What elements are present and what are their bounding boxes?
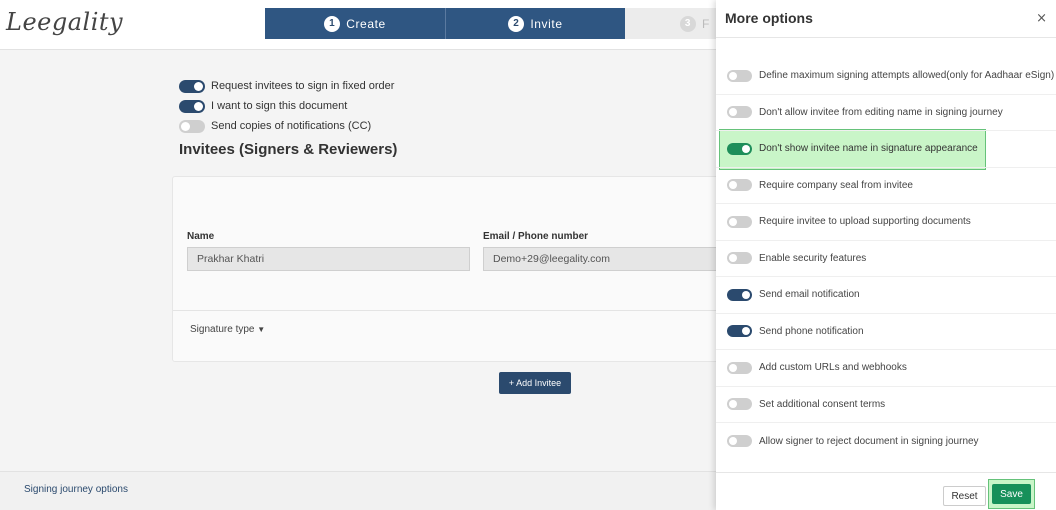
option-toggle[interactable]: [727, 69, 752, 82]
option-supporting-documents: Require invitee to upload supporting doc…: [716, 204, 1056, 241]
toggle-row-cc-notifications: Send copies of notifications (CC): [179, 116, 394, 136]
option-toggle[interactable]: [727, 106, 752, 119]
step-number: 2: [508, 15, 525, 32]
step-create[interactable]: 1 Create: [265, 8, 445, 39]
option-company-seal: Require company seal from invitee: [716, 168, 1056, 204]
toggle-label: Request invitees to sign in fixed order: [211, 80, 395, 92]
options-list: Define maximum signing attempts allowed(…: [716, 58, 1056, 460]
toggle-row-sign-document: I want to sign this document: [179, 96, 394, 116]
stepper: 1 Create 2 Invite 3 F: [265, 8, 725, 39]
option-toggle[interactable]: [727, 435, 752, 448]
step-finish[interactable]: 3 F: [625, 8, 725, 39]
option-label: Enable security features: [759, 252, 867, 264]
option-security-features: Enable security features: [716, 241, 1056, 277]
option-toggle[interactable]: [727, 361, 752, 374]
email-label: Email / Phone number: [483, 231, 589, 242]
option-toggle[interactable]: [727, 215, 752, 228]
step-label: F: [702, 16, 710, 31]
drawer-title: More options: [725, 10, 813, 26]
option-toggle[interactable]: [727, 179, 752, 192]
step-number: 3: [680, 15, 696, 32]
name-field[interactable]: Prakhar Khatri: [187, 247, 470, 271]
add-invitee-button[interactable]: + Add Invitee: [499, 372, 571, 394]
signing-journey-options-link[interactable]: Signing journey options: [24, 484, 128, 495]
option-hide-name-in-signature: Don't show invitee name in signature app…: [716, 131, 1056, 168]
toggle-switch-cc-notifications[interactable]: [179, 119, 205, 133]
close-icon[interactable]: ×: [1036, 11, 1047, 26]
option-label: Add custom URLs and webhooks: [759, 362, 907, 374]
toggle-switch-fixed-order[interactable]: [179, 79, 205, 93]
card-divider: [173, 310, 733, 311]
save-highlight: Save: [988, 479, 1035, 509]
invite-settings-toggles: Request invitees to sign in fixed order …: [179, 76, 394, 136]
signature-type-label: Signature type: [190, 324, 255, 335]
toggle-label: I want to sign this document: [211, 100, 348, 112]
reset-button[interactable]: Reset: [943, 486, 986, 506]
option-label: Send email notification: [759, 289, 860, 301]
option-toggle[interactable]: [727, 288, 752, 301]
invitee-card: Name Prakhar Khatri Email / Phone number…: [172, 176, 733, 362]
option-toggle[interactable]: [727, 325, 752, 338]
more-options-drawer: More options × Define maximum signing at…: [716, 0, 1056, 510]
option-phone-notification: Send phone notification: [716, 314, 1056, 350]
option-label: Require invitee to upload supporting doc…: [759, 216, 971, 228]
option-toggle[interactable]: [727, 398, 752, 411]
email-field[interactable]: Demo+29@leegality.com: [483, 247, 723, 271]
step-label: Invite: [530, 16, 563, 31]
toggle-switch-sign-document[interactable]: [179, 99, 205, 113]
signature-type-dropdown[interactable]: Signature type ▼: [190, 324, 265, 335]
option-label: Send phone notification: [759, 325, 864, 337]
option-toggle[interactable]: [727, 252, 752, 265]
option-custom-urls-webhooks: Add custom URLs and webhooks: [716, 350, 1056, 387]
option-label: Define maximum signing attempts allowed(…: [759, 70, 1055, 82]
save-button[interactable]: Save: [992, 484, 1031, 504]
drawer-footer: Reset Save: [716, 472, 1056, 510]
option-label: Allow signer to reject document in signi…: [759, 435, 979, 447]
logo: Leegality: [6, 8, 124, 36]
option-allow-reject: Allow signer to reject document in signi…: [716, 423, 1056, 460]
toggle-row-fixed-order: Request invitees to sign in fixed order: [179, 76, 394, 96]
option-label: Require company seal from invitee: [759, 179, 913, 191]
name-label: Name: [187, 231, 215, 242]
option-toggle[interactable]: [727, 142, 752, 155]
step-label: Create: [346, 16, 386, 31]
step-invite[interactable]: 2 Invite: [445, 8, 625, 39]
option-email-notification: Send email notification: [716, 277, 1056, 314]
footer-bar: Signing journey options: [0, 471, 716, 510]
step-number: 1: [324, 15, 341, 32]
option-label: Set additional consent terms: [759, 398, 886, 410]
option-consent-terms: Set additional consent terms: [716, 387, 1056, 423]
option-label: Don't show invitee name in signature app…: [759, 143, 978, 155]
option-max-signing-attempts: Define maximum signing attempts allowed(…: [716, 58, 1056, 95]
invitees-heading: Invitees (Signers & Reviewers): [179, 141, 398, 158]
option-disallow-name-edit: Don't allow invitee from editing name in…: [716, 95, 1056, 131]
option-label: Don't allow invitee from editing name in…: [759, 106, 1003, 118]
drawer-header: More options ×: [716, 0, 1056, 38]
caret-down-icon: ▼: [257, 325, 266, 334]
toggle-label: Send copies of notifications (CC): [211, 120, 372, 132]
